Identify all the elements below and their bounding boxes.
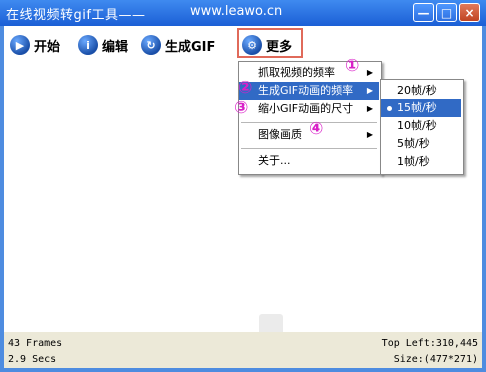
submenu-item-label: 1帧/秒 — [397, 155, 430, 168]
minimize-button[interactable]: — — [413, 3, 434, 22]
maximize-button[interactable]: □ — [436, 3, 457, 22]
more-label: 更多 — [266, 39, 293, 55]
menu-item-label: 图像画质 — [258, 128, 302, 141]
submenu-arrow-icon: ▶ — [366, 68, 373, 77]
refresh-icon: ↻ — [141, 35, 161, 55]
duration-seconds: 2.9 Secs — [8, 354, 57, 365]
submenu-item-label: 10帧/秒 — [397, 119, 437, 132]
submenu-item-15fps[interactable]: 15帧/秒 — [381, 99, 461, 117]
toolbar: ▶ 开始 i 编辑 ↻ 生成GIF ⚙ 更多 — [4, 26, 482, 62]
title-bar[interactable]: 在线视频转gif工具—— www.leawo.cn — □ × — [0, 0, 486, 26]
size-readout: Size:(477*271) — [393, 354, 478, 365]
menu-item-label: 缩小GIF动画的尺寸 — [258, 102, 354, 115]
submenu-item-20fps[interactable]: 20帧/秒 — [381, 82, 461, 100]
maximize-icon: □ — [440, 5, 453, 20]
submenu-item-label: 15帧/秒 — [397, 101, 437, 114]
gear-icon: ⚙ — [242, 35, 262, 55]
menu-item-label: 抓取视频的频率 — [258, 66, 335, 79]
gif-rate-submenu: 20帧/秒 15帧/秒 10帧/秒 5帧/秒 1帧/秒 — [380, 79, 464, 175]
menu-item-about[interactable]: 关于... — [239, 152, 379, 170]
annotation-4: ④ — [309, 119, 324, 139]
annotation-2: ② — [238, 78, 253, 98]
submenu-arrow-icon: ▶ — [366, 104, 373, 113]
menu-item-gif-rate[interactable]: 生成GIF动画的频率 ▶ — [239, 82, 379, 100]
info-icon: i — [78, 35, 98, 55]
submenu-item-1fps[interactable]: 1帧/秒 — [381, 153, 461, 171]
submenu-arrow-icon: ▶ — [366, 86, 373, 95]
menu-item-label: 关于... — [258, 154, 291, 167]
start-label: 开始 — [34, 39, 61, 55]
edit-button[interactable]: i 编辑 — [78, 34, 128, 56]
play-icon: ▶ — [10, 35, 30, 55]
menu-item-shrink-size[interactable]: 缩小GIF动画的尺寸 ▶ — [239, 100, 379, 118]
window-controls: — □ × — [413, 3, 480, 22]
submenu-item-label: 5帧/秒 — [397, 137, 430, 150]
annotation-1: ① — [345, 56, 360, 76]
submenu-item-10fps[interactable]: 10帧/秒 — [381, 117, 461, 135]
generate-gif-button[interactable]: ↻ 生成GIF — [141, 34, 215, 56]
submenu-item-5fps[interactable]: 5帧/秒 — [381, 135, 461, 153]
top-left-readout: Top Left:310,445 — [381, 338, 478, 349]
edit-label: 编辑 — [102, 39, 129, 55]
app-window: 在线视频转gif工具—— www.leawo.cn — □ × ▶ 开始 i 编… — [0, 0, 486, 372]
menu-item-label: 生成GIF动画的频率 — [258, 84, 354, 97]
minimize-icon: — — [417, 5, 430, 20]
close-icon: × — [464, 5, 475, 20]
submenu-arrow-icon: ▶ — [366, 130, 373, 139]
menu-separator — [241, 148, 377, 149]
annotation-3: ③ — [234, 98, 249, 118]
more-menu: 抓取视频的频率 ▶ 生成GIF动画的频率 ▶ 缩小GIF动画的尺寸 ▶ 图像画质… — [238, 61, 382, 175]
generate-gif-label: 生成GIF — [165, 39, 216, 55]
submenu-item-label: 20帧/秒 — [397, 84, 437, 97]
window-title-url: www.leawo.cn — [190, 4, 283, 19]
more-button[interactable]: ⚙ 更多 — [242, 34, 292, 56]
status-bar: 43 Frames 2.9 Secs Top Left:310,445 Size… — [4, 332, 482, 368]
start-button[interactable]: ▶ 开始 — [10, 34, 60, 56]
radio-check-icon — [387, 106, 392, 111]
window-title: 在线视频转gif工具—— — [6, 8, 146, 23]
close-button[interactable]: × — [459, 3, 480, 22]
frames-count: 43 Frames — [8, 338, 63, 349]
